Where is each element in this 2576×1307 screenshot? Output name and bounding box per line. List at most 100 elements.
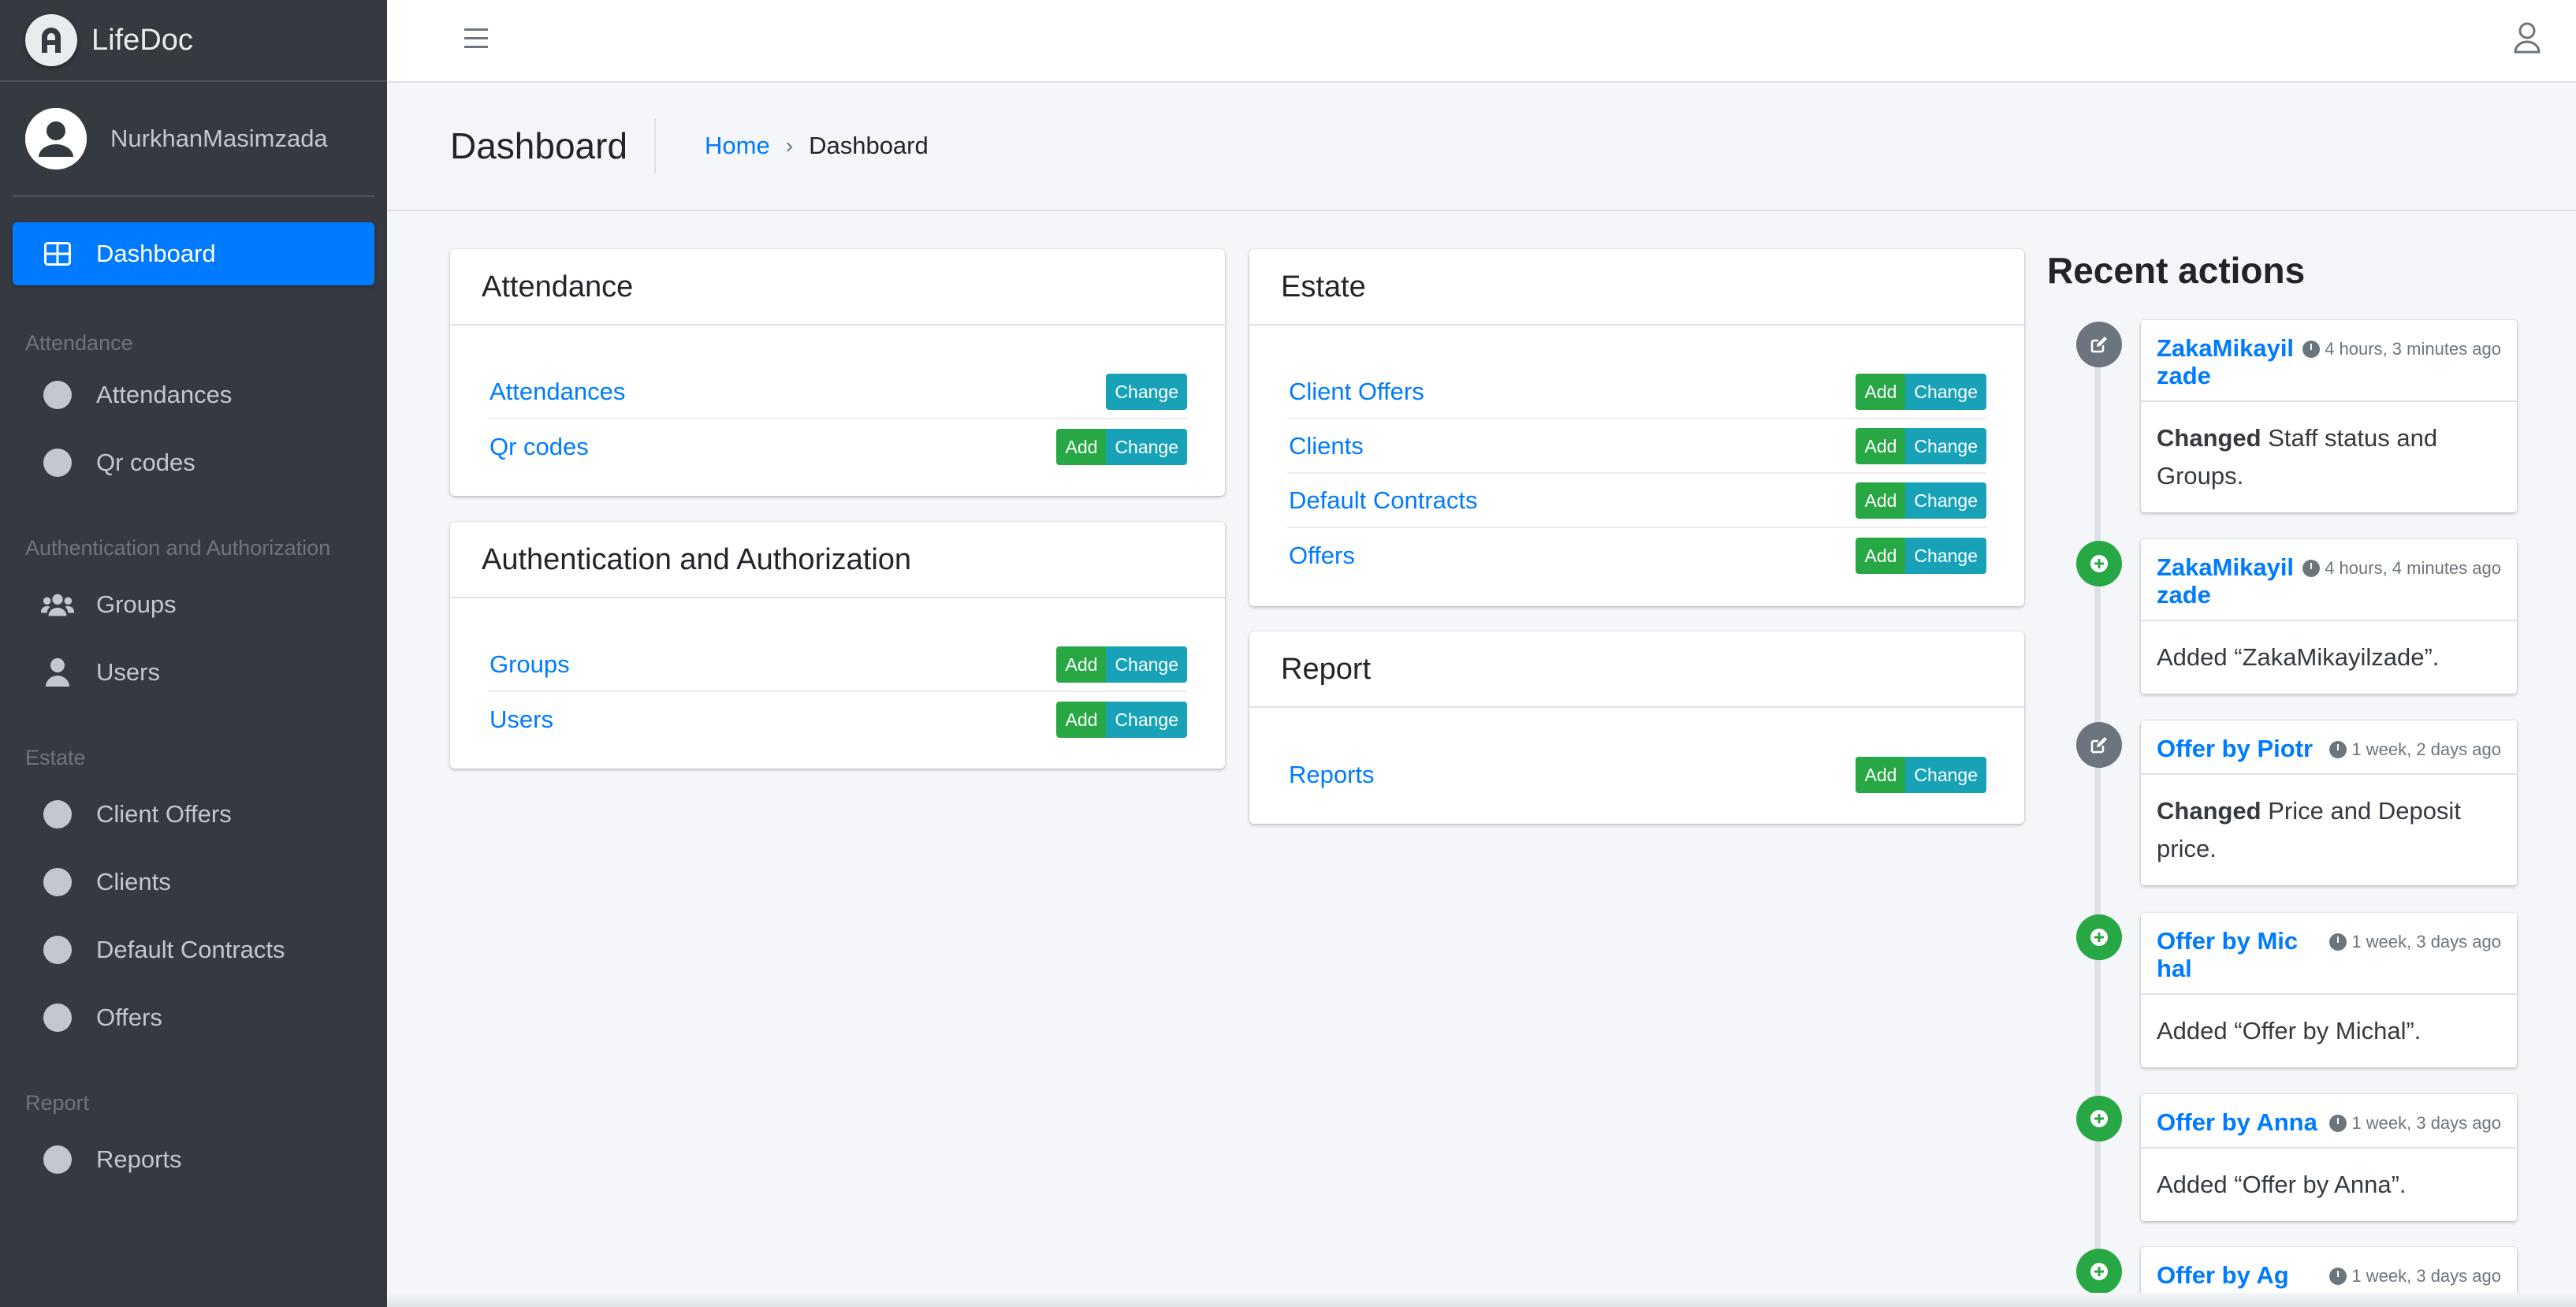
- change-button[interactable]: Change: [1905, 482, 1986, 519]
- timeline-item-link[interactable]: ZakaMikayilzade: [2157, 334, 2299, 389]
- timeline-item-link[interactable]: ZakaMikayilzade: [2157, 553, 2299, 609]
- model-link-default-contracts[interactable]: Default Contracts: [1287, 486, 1478, 515]
- change-button[interactable]: Change: [1106, 373, 1187, 410]
- lifedoc-logo-icon: [25, 14, 77, 66]
- circle-icon: [41, 798, 74, 831]
- table-row: Reports Add Change: [1287, 747, 1986, 802]
- footer-shadow: [387, 1293, 2576, 1307]
- add-button[interactable]: Add: [1856, 427, 1906, 464]
- card-auth: Authentication and Authorization Groups …: [450, 522, 1225, 769]
- sidebar-item-label: Groups: [96, 590, 177, 618]
- add-button[interactable]: Add: [1856, 756, 1906, 793]
- sidebar-item-attendances[interactable]: Attendances: [13, 363, 374, 427]
- model-link-qr-codes[interactable]: Qr codes: [488, 433, 589, 461]
- breadcrumb-current: Dashboard: [809, 132, 929, 159]
- users-icon: [41, 588, 74, 621]
- recent-actions-title: Recent actions: [2047, 250, 2306, 291]
- sidebar-nav: Dashboard Attendance Attendances Qr code…: [0, 222, 387, 1192]
- change-button[interactable]: Change: [1106, 701, 1187, 738]
- add-button[interactable]: Add: [1056, 646, 1107, 683]
- table-row: Offers Add Change: [1287, 528, 1986, 583]
- sidebar: LifeDoc NurkhanMasimzada Dashboard Atten…: [0, 0, 387, 1307]
- sidebar-item-label: Offers: [96, 1004, 162, 1031]
- circle-icon: [41, 446, 74, 479]
- change-button[interactable]: Change: [1905, 756, 1986, 793]
- timeline-item: ZakaMikayilzade 4 hours, 3 minutes ago C…: [2141, 320, 2517, 512]
- timeline-item: Offer by Anna 1 week, 3 days ago Added “…: [2141, 1094, 2517, 1221]
- card-report: Report Reports Add Change: [1249, 631, 2024, 824]
- sidebar-item-reports[interactable]: Reports: [13, 1127, 374, 1192]
- sidebar-item-dashboard[interactable]: Dashboard: [13, 222, 374, 285]
- model-link-attendances[interactable]: Attendances: [488, 378, 625, 406]
- change-button[interactable]: Change: [1106, 646, 1187, 683]
- model-link-clients[interactable]: Clients: [1287, 432, 1364, 460]
- timeline-body: Changed Price and Deposit price.: [2157, 797, 2461, 862]
- add-button[interactable]: Add: [1856, 482, 1906, 519]
- card-title: Estate: [1249, 249, 2024, 326]
- sidebar-item-label: Users: [96, 658, 160, 686]
- sidebar-item-client-offers[interactable]: Client Offers: [13, 782, 374, 847]
- clock-icon: [2329, 933, 2347, 951]
- change-button[interactable]: Change: [1905, 427, 1986, 464]
- table-row: Attendances Change: [488, 365, 1187, 419]
- user-name: NurkhanMasimzada: [110, 125, 328, 152]
- timeline-time: 1 week, 3 days ago: [2329, 1108, 2501, 1134]
- timeline-item-link[interactable]: Offer by Piotr: [2157, 735, 2313, 762]
- sidebar-item-default-contracts[interactable]: Default Contracts: [13, 918, 374, 982]
- sidebar-item-clients[interactable]: Clients: [13, 850, 374, 914]
- model-link-client-offers[interactable]: Client Offers: [1287, 378, 1424, 406]
- timeline-item-link[interactable]: Offer by Anna: [2157, 1108, 2317, 1136]
- hamburger-icon[interactable]: [464, 28, 488, 49]
- circle-icon: [41, 933, 74, 966]
- table-icon: [41, 237, 74, 270]
- sidebar-item-label: Client Offers: [96, 800, 232, 828]
- sidebar-header-estate: Estate: [25, 746, 86, 769]
- page-title: Dashboard: [450, 118, 657, 173]
- card-title: Report: [1249, 631, 2024, 708]
- brand-link[interactable]: LifeDoc: [0, 0, 387, 82]
- add-button[interactable]: Add: [1056, 701, 1107, 738]
- model-link-reports[interactable]: Reports: [1287, 761, 1375, 789]
- timeline-time: 4 hours, 3 minutes ago: [2302, 334, 2501, 359]
- add-button[interactable]: Add: [1056, 428, 1107, 465]
- change-button[interactable]: Change: [1905, 537, 1986, 574]
- timeline-time: 1 week, 2 days ago: [2329, 735, 2501, 760]
- model-link-groups[interactable]: Groups: [488, 650, 570, 679]
- circle-icon: [41, 378, 74, 411]
- content-header: Dashboard Home › Dashboard: [450, 118, 929, 173]
- circle-icon: [41, 1001, 74, 1034]
- sidebar-item-offers[interactable]: Offers: [13, 985, 374, 1050]
- header-divider: [387, 210, 2576, 211]
- user-outline-icon[interactable]: [2513, 22, 2541, 58]
- top-navbar: [387, 0, 2576, 83]
- change-button[interactable]: Change: [1905, 373, 1986, 410]
- model-link-offers[interactable]: Offers: [1287, 542, 1355, 570]
- user-panel[interactable]: NurkhanMasimzada: [13, 82, 374, 197]
- timeline-item: Offer by Michal 1 week, 3 days ago Added…: [2141, 913, 2517, 1067]
- table-row: Clients Add Change: [1287, 419, 1986, 474]
- sidebar-item-qr-codes[interactable]: Qr codes: [13, 430, 374, 495]
- breadcrumb-home-link[interactable]: Home: [705, 132, 770, 160]
- timeline-body: Added “ZakaMikayilzade”.: [2157, 643, 2440, 671]
- clock-icon: [2329, 1115, 2347, 1132]
- circle-icon: [41, 866, 74, 899]
- sidebar-item-groups[interactable]: Groups: [13, 572, 374, 637]
- clock-icon: [2329, 741, 2347, 758]
- change-button[interactable]: Change: [1106, 428, 1187, 465]
- timeline-time: 1 week, 3 days ago: [2329, 927, 2501, 952]
- table-row: Client Offers Add Change: [1287, 365, 1986, 419]
- add-button[interactable]: Add: [1856, 373, 1906, 410]
- table-row: Users Add Change: [488, 692, 1187, 747]
- timeline-body: Added “Offer by Michal”.: [2157, 1017, 2422, 1044]
- sidebar-item-label: Default Contracts: [96, 936, 285, 963]
- add-button[interactable]: Add: [1856, 537, 1906, 574]
- clock-icon: [2302, 341, 2321, 358]
- card-estate: Estate Client Offers Add Change Clients …: [1249, 249, 2024, 606]
- sidebar-item-label: Clients: [96, 868, 171, 896]
- sidebar-item-users[interactable]: Users: [13, 640, 374, 705]
- model-link-users[interactable]: Users: [488, 706, 553, 734]
- card-attendance: Attendance Attendances Change Qr codes A…: [450, 249, 1225, 496]
- plus-circle-icon: [2076, 1249, 2122, 1294]
- plus-circle-icon: [2076, 914, 2122, 960]
- timeline-item-link[interactable]: Offer by Michal: [2157, 927, 2299, 982]
